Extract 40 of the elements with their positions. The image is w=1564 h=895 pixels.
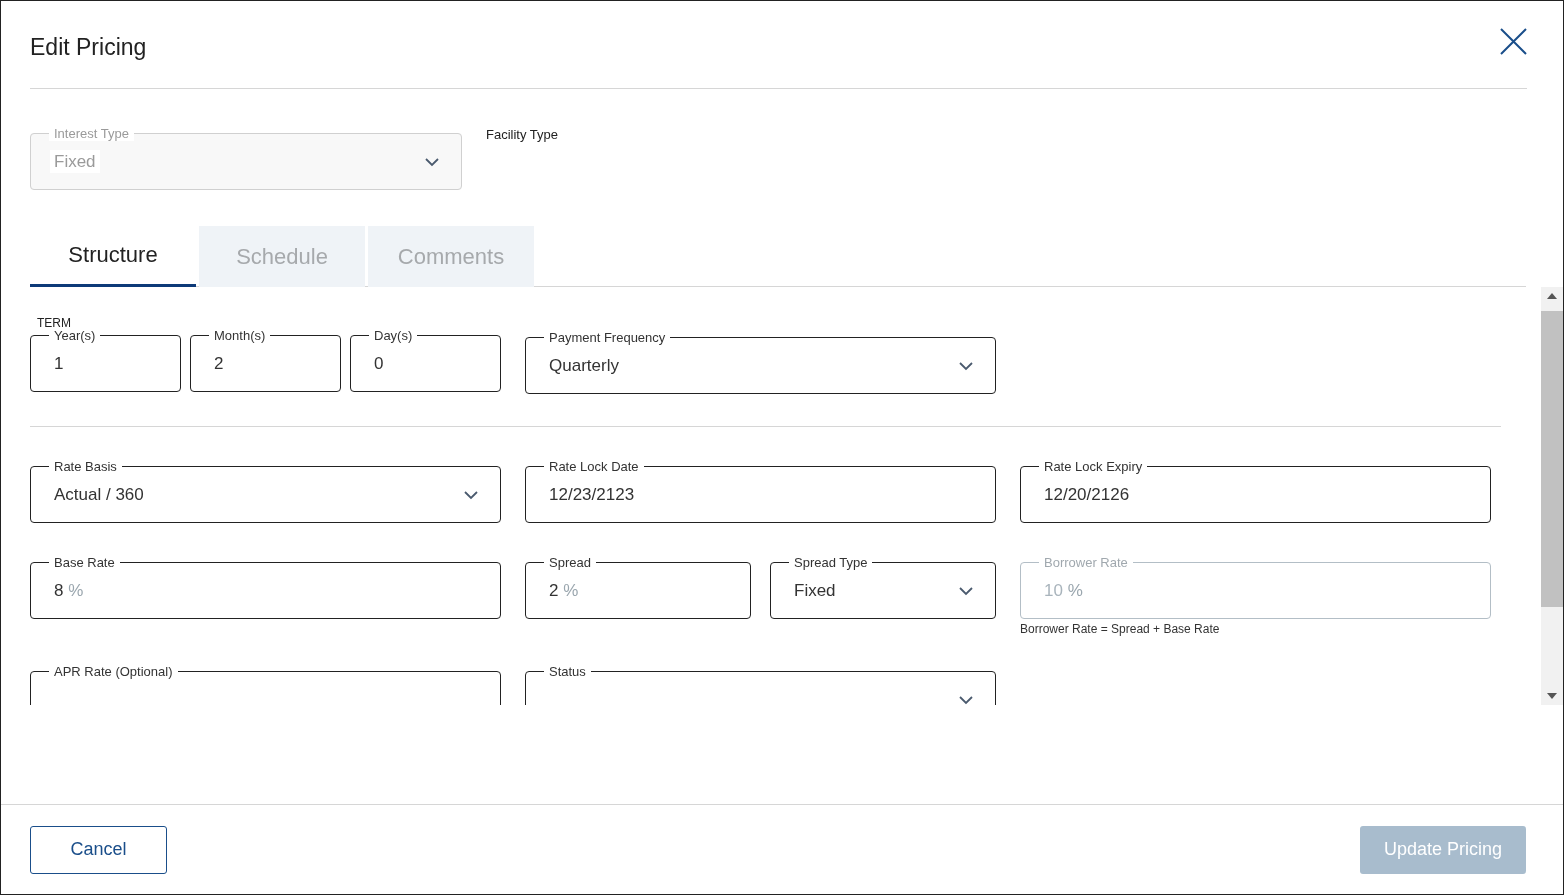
field-label: Day(s) xyxy=(373,328,414,343)
text-field[interactable]: Rate Lock Date 12/23/2123 xyxy=(525,459,996,523)
close-icon[interactable] xyxy=(1500,28,1527,55)
percent-field[interactable]: Spread 2 % xyxy=(525,555,751,619)
field-label: Facility Type xyxy=(486,127,558,142)
field-label: Borrower Rate xyxy=(1043,555,1129,570)
field-label: Status xyxy=(548,664,587,679)
field-label: Spread Type xyxy=(793,555,869,570)
field-label: Spread xyxy=(548,555,592,570)
cancel-button[interactable]: Cancel xyxy=(30,825,167,874)
helper-text: Borrower Rate = Spread + Base Rate xyxy=(1020,622,1221,636)
scrollbar[interactable] xyxy=(1541,287,1563,705)
dialog-title: Edit Pricing xyxy=(30,33,147,61)
dropdown-field[interactable]: Spread Type Fixed xyxy=(770,555,996,619)
chevron-down-icon xyxy=(959,361,973,371)
chevron-down-icon xyxy=(425,157,439,167)
field-label: Rate Lock Date xyxy=(548,459,640,474)
text-field[interactable]: APR Rate (Optional) xyxy=(30,664,501,705)
field-label: Interest Type xyxy=(49,126,134,141)
text-field[interactable]: Day(s) 0 xyxy=(350,328,501,392)
text-field[interactable]: Rate Lock Expiry 12/20/2126 xyxy=(1020,459,1491,523)
scroll-down-icon[interactable] xyxy=(1547,693,1557,699)
field-label: Base Rate xyxy=(53,555,116,570)
text-field[interactable]: Month(s) 2 xyxy=(190,328,341,392)
text-field[interactable]: Year(s) 1 xyxy=(30,328,181,392)
scroll-up-icon[interactable] xyxy=(1547,293,1557,299)
field-label: APR Rate (Optional) xyxy=(53,664,174,679)
chevron-down-icon xyxy=(959,586,973,596)
percent-field[interactable]: Base Rate 8 % xyxy=(30,555,501,619)
group-heading: TERM xyxy=(37,316,72,330)
field-label: Payment Frequency xyxy=(548,330,667,345)
field-label: Month(s) xyxy=(213,328,267,343)
dropdown-field[interactable]: Payment Frequency Quarterly xyxy=(525,330,996,394)
chevron-down-icon xyxy=(464,490,478,500)
field-label: Rate Basis xyxy=(53,459,118,474)
field-label: Year(s) xyxy=(53,328,97,343)
chevron-down-icon xyxy=(959,695,973,705)
field-label: Rate Lock Expiry xyxy=(1043,459,1144,474)
dropdown-field[interactable]: Rate Basis Actual / 360 xyxy=(30,459,501,523)
dropdown-field[interactable]: Status xyxy=(525,664,996,705)
